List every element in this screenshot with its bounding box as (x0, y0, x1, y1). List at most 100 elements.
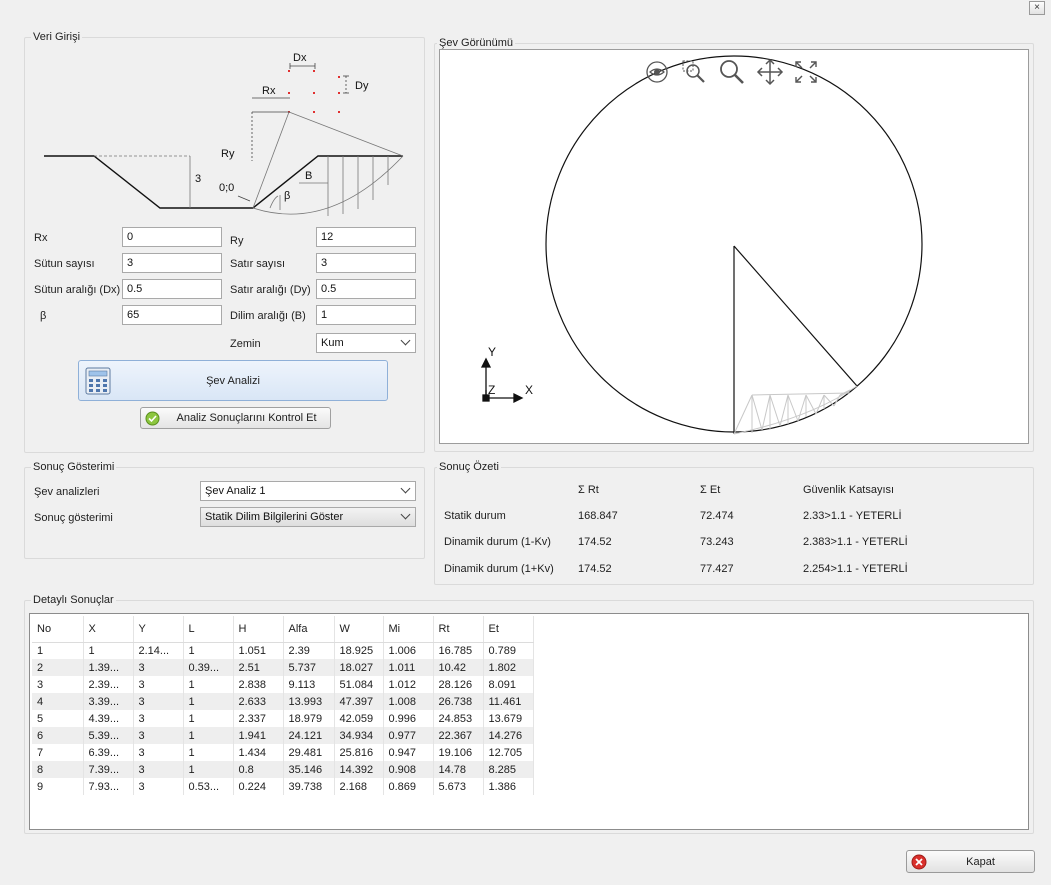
kapat-button[interactable]: Kapat (906, 850, 1035, 873)
analyses-select[interactable]: Şev Analiz 1 (200, 481, 416, 501)
satir-sayisi-input[interactable] (316, 253, 416, 273)
ry-label: Ry (221, 148, 235, 160)
cell-rt: 5.673 (433, 778, 484, 795)
cell-l: 1 (183, 744, 234, 761)
table-row[interactable]: 3 2.39... 3 1 2.838 9.113 51.084 1.012 28.126 8.0… (32, 676, 534, 693)
col-header-rt[interactable]: Rt (433, 616, 484, 643)
cell-alfa: 5.737 (283, 659, 335, 676)
rx-input[interactable] (122, 227, 222, 247)
table-row[interactable]: 9 7.93... 3 0.53... 0.224 39.738 2.168 0.869 5.6… (32, 778, 534, 795)
cell-rt: 28.126 (433, 676, 484, 693)
cell-w: 14.392 (334, 761, 384, 778)
cell-l: 0.39... (183, 659, 234, 676)
col-header-et[interactable]: Et (483, 616, 534, 643)
title-bar: × (0, 0, 1051, 16)
analyses-select-value: Şev Analiz 1 (205, 485, 266, 497)
table-row[interactable]: 2 1.39... 3 0.39... 2.51 5.737 18.027 1.011 10.4… (32, 659, 534, 676)
check-results-button[interactable]: Analiz Sonuçlarını Kontrol Et (140, 407, 331, 429)
table-row[interactable]: 1 1 2.14... 1 1.051 2.39 18.925 1.006 16.785 0.78… (32, 642, 534, 659)
col-header-x[interactable]: X (83, 616, 134, 643)
dy-label: Dy (355, 80, 369, 92)
col-header-h[interactable]: H (233, 616, 284, 643)
result-display-title: Sonuç Gösterimi (31, 461, 117, 474)
cell-no: 6 (32, 727, 84, 744)
eye-icon[interactable] (645, 60, 669, 84)
chevron-down-icon (400, 509, 411, 520)
zoom-icon[interactable] (718, 58, 746, 86)
cell-h: 2.337 (233, 710, 284, 727)
slope-view-canvas[interactable]: Y Z X (439, 49, 1029, 444)
display-select-value: Statik Dilim Bilgilerini Göster (205, 511, 344, 523)
details-header-row: No X Y L H Alfa W Mi Rt Et (32, 616, 534, 643)
table-row[interactable]: 4 3.39... 3 1 2.633 13.993 47.397 1.008 26.738 11… (32, 693, 534, 710)
cell-x: 6.39... (83, 744, 134, 761)
cell-alfa: 13.993 (283, 693, 335, 710)
details-table: No X Y L H Alfa W Mi Rt Et 1 1 2.14... 1 1.0… (32, 616, 534, 795)
ry-field-label: Ry (230, 235, 244, 247)
col-header-w[interactable]: W (334, 616, 384, 643)
rx-field-label: Rx (34, 232, 48, 244)
cell-h: 2.838 (233, 676, 284, 693)
sutun-sayisi-input[interactable] (122, 253, 222, 273)
cell-mi: 1.012 (383, 676, 434, 693)
table-row[interactable]: 7 6.39... 3 1 1.434 29.481 25.816 0.947 19.106 12… (32, 744, 534, 761)
summary-row-rt: 168.847 (578, 510, 618, 522)
zoom-window-icon[interactable] (681, 59, 707, 85)
cell-et: 14.276 (483, 727, 534, 744)
table-row[interactable]: 5 4.39... 3 1 2.337 18.979 42.059 0.996 24.853 13… (32, 710, 534, 727)
cell-h: 2.633 (233, 693, 284, 710)
origin-label: 0;0 (219, 182, 234, 194)
analyses-label: Şev analizleri (34, 486, 100, 498)
cell-y: 3 (133, 744, 184, 761)
fit-extents-icon[interactable] (793, 59, 819, 85)
cell-y: 3 (133, 710, 184, 727)
cell-w: 25.816 (334, 744, 384, 761)
display-select[interactable]: Statik Dilim Bilgilerini Göster (200, 507, 416, 527)
cell-alfa: 29.481 (283, 744, 335, 761)
height-label: 3 (195, 173, 201, 185)
cell-alfa: 2.39 (283, 642, 335, 659)
col-header-no[interactable]: No (32, 616, 84, 643)
pan-icon[interactable] (756, 58, 784, 86)
window-close-button[interactable]: × (1029, 1, 1045, 15)
cell-x: 7.93... (83, 778, 134, 795)
sev-analizi-button[interactable]: Şev Analizi (78, 360, 388, 401)
cell-x: 7.39... (83, 761, 134, 778)
zemin-select[interactable]: Kum (316, 333, 416, 353)
cell-rt: 16.785 (433, 642, 484, 659)
table-row[interactable]: 6 5.39... 3 1 1.941 24.121 34.934 0.977 22.367 14… (32, 727, 534, 744)
col-header-l[interactable]: L (183, 616, 234, 643)
details-title: Detaylı Sonuçlar (31, 594, 116, 607)
summary-row-rt: 174.52 (578, 563, 612, 575)
check-circle-icon (145, 411, 160, 426)
cell-x: 2.39... (83, 676, 134, 693)
satir-sayisi-label: Satır sayısı (230, 258, 286, 270)
beta-input[interactable] (122, 305, 222, 325)
cell-no: 2 (32, 659, 84, 676)
cell-et: 1.386 (483, 778, 534, 795)
cell-alfa: 18.979 (283, 710, 335, 727)
details-grid[interactable]: No X Y L H Alfa W Mi Rt Et 1 1 2.14... 1 1.0… (29, 613, 1029, 830)
y-axis-label: Y (488, 345, 496, 359)
col-header-alfa[interactable]: Alfa (283, 616, 335, 643)
sev-analizi-label: Şev Analizi (206, 375, 260, 387)
ry-input[interactable] (316, 227, 416, 247)
zemin-label: Zemin (230, 338, 261, 350)
cell-no: 7 (32, 744, 84, 761)
sutun-araligi-input[interactable] (122, 279, 222, 299)
summary-row-factor: 2.254>1.1 - YETERLİ (803, 563, 908, 575)
satir-araligi-input[interactable] (316, 279, 416, 299)
cell-w: 47.397 (334, 693, 384, 710)
dilim-araligi-input[interactable] (316, 305, 416, 325)
z-axis-label: Z (488, 383, 495, 397)
summary-row-et: 72.474 (700, 510, 734, 522)
cell-x: 3.39... (83, 693, 134, 710)
sum-rt-header: Σ Rt (578, 484, 599, 496)
slope-view-drawing: Y Z X (480, 55, 923, 435)
cell-rt: 19.106 (433, 744, 484, 761)
col-header-y[interactable]: Y (133, 616, 184, 643)
summary-row-factor: 2.33>1.1 - YETERLİ (803, 510, 902, 522)
table-row[interactable]: 8 7.39... 3 1 0.8 35.146 14.392 0.908 14.78 8.285 (32, 761, 534, 778)
col-header-mi[interactable]: Mi (383, 616, 434, 643)
close-circle-icon (911, 854, 927, 870)
